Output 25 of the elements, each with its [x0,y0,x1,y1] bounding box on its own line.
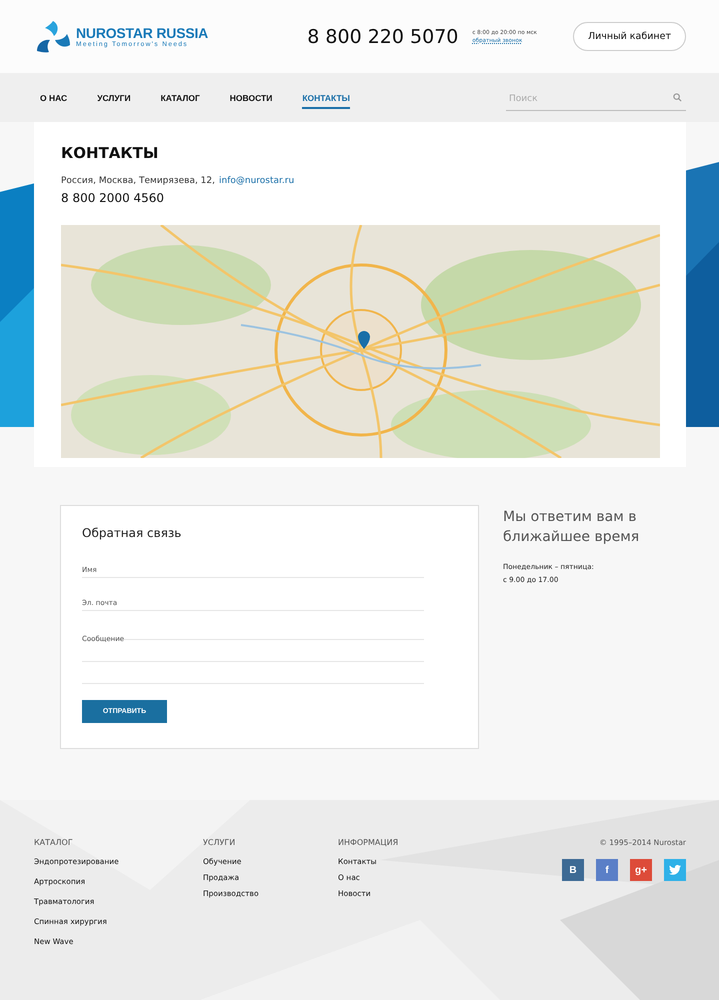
address-text: Россия, Москва, Темирязева, 12, [61,176,215,186]
account-button[interactable]: Личный кабинет [572,22,686,51]
info-heading: Мы ответим вам в ближайшее время [503,508,640,547]
logo-icon [34,18,72,54]
phone-number: 8 800 220 5070 [307,26,458,48]
form-title: Обратная связь [82,526,182,540]
search-icon [673,92,682,102]
nav-tab[interactable]: О НАС [40,86,68,108]
footer-heading: ИНФОРМАЦИЯ [338,838,400,847]
search-field[interactable]: Поиск [506,87,686,111]
page-title: КОНТАКТЫ [61,144,160,162]
email-link[interactable]: info@nurostar.ru [219,176,294,186]
footer-heading: УСЛУГИ [203,838,236,847]
bird-icon [669,865,681,875]
social-button[interactable]: g+ [630,859,652,881]
brand-name: NUROSTAR RUSSIA [76,25,208,41]
social-button[interactable]: f [596,859,618,881]
nav-tab[interactable]: НОВОСТИ [230,86,272,108]
nav-tab[interactable]: КОНТАКТЫ [302,86,350,108]
nav-tab[interactable]: КАТАЛОГ [160,86,200,108]
nav-tab[interactable]: УСЛУГИ [97,86,131,108]
contact-phone: 8 800 2000 4560 [61,191,166,205]
social-button[interactable] [664,859,686,881]
footer-heading: КАТАЛОГ [34,838,74,847]
social-button[interactable]: В [562,859,584,881]
